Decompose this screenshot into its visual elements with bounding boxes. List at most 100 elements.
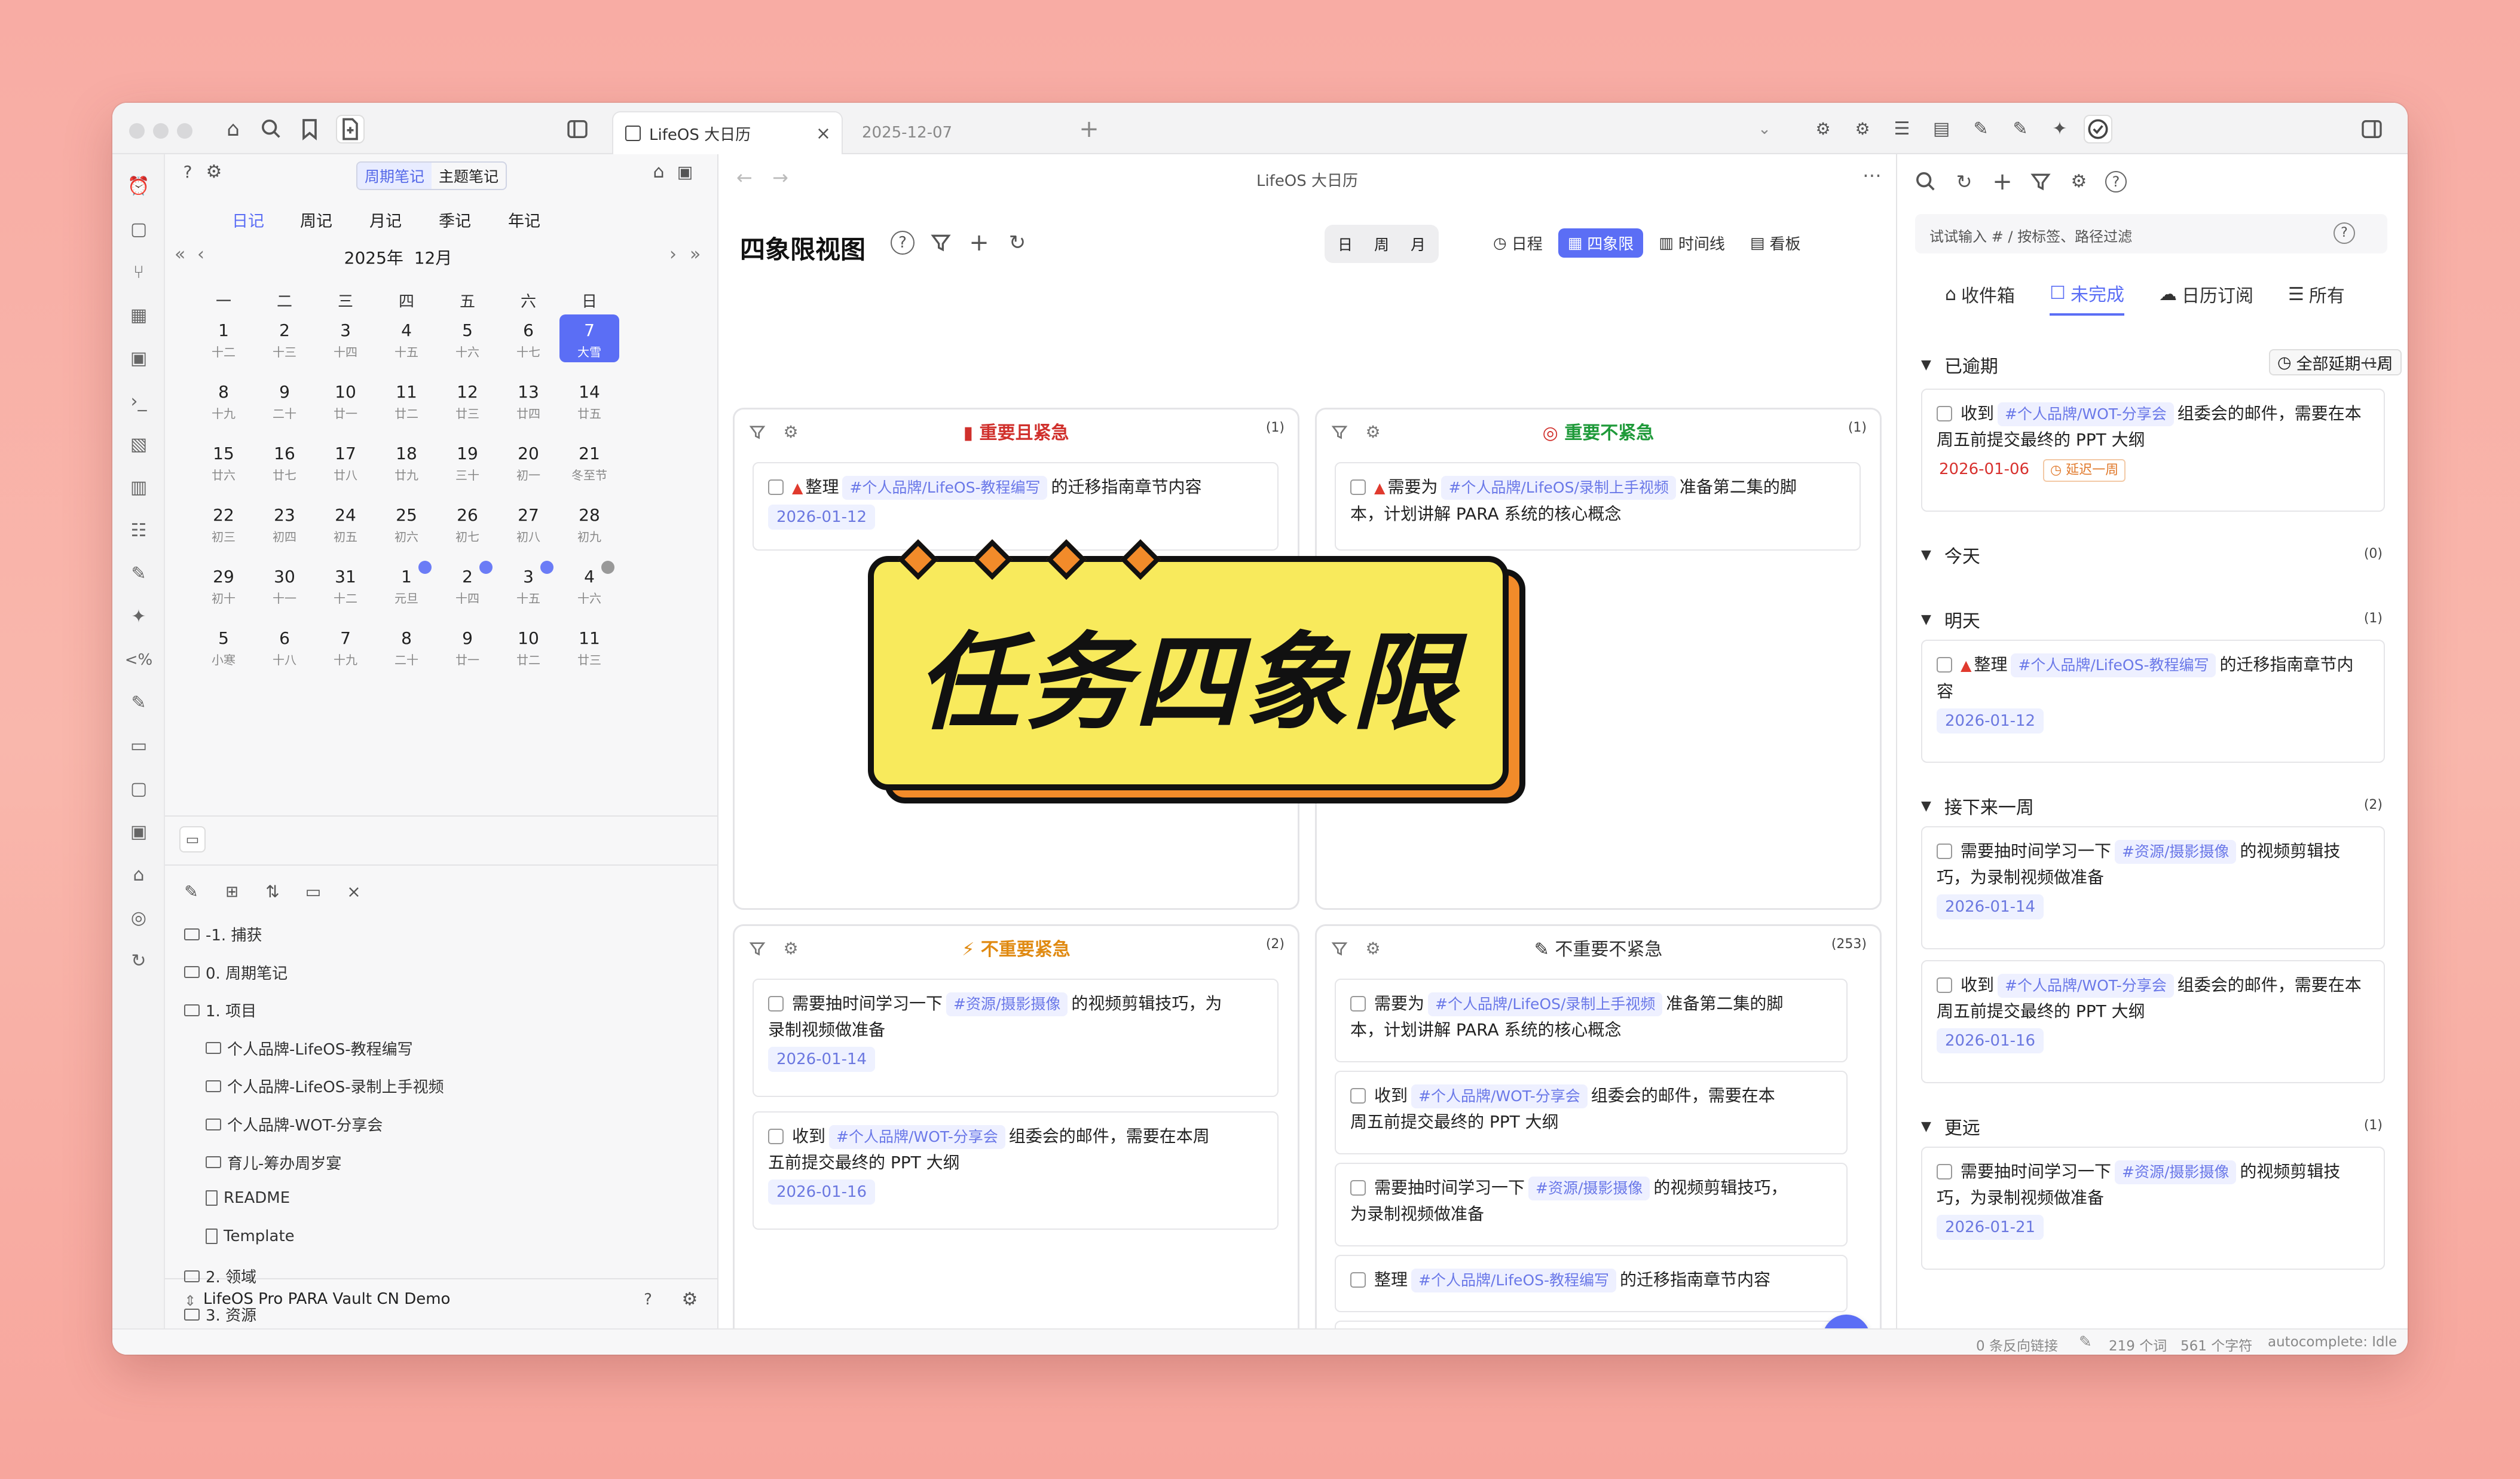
help-icon[interactable]: ? <box>2105 171 2127 192</box>
calendar-day[interactable]: 3 十五 <box>499 561 558 606</box>
task-card[interactable]: ▲ 整理 #个人品牌/LifeOS-教程编写 的迁移指南章节内容 2026-01-12 <box>1921 640 2385 763</box>
tab-incomplete[interactable]: ☐ 未完成 <box>2050 280 2124 316</box>
settings-icon[interactable]: ⚙ <box>2067 170 2091 194</box>
mode-topic[interactable]: 主题笔记 <box>432 163 506 189</box>
task-check-icon[interactable] <box>2084 115 2112 143</box>
task-checkbox[interactable] <box>1350 1180 1366 1196</box>
file-tree-folder[interactable]: 个人品牌-WOT-分享会 <box>206 1113 383 1135</box>
task-checkbox[interactable] <box>768 1129 784 1144</box>
calendar-day[interactable]: 10 廿一 <box>316 376 375 421</box>
calendar-day[interactable]: 9 廿一 <box>438 622 497 668</box>
grid-icon[interactable]: ▦ <box>127 304 151 328</box>
calendar-day[interactable]: 22 初三 <box>194 499 253 545</box>
filter-input[interactable]: 试试输入 # / 按标签、路径过滤 ? <box>1915 214 2387 253</box>
calendar-day[interactable]: 12 廿三 <box>438 376 497 421</box>
calendar-day[interactable]: 8 二十 <box>377 622 436 668</box>
file-tree-folder[interactable]: 个人品牌-LifeOS-录制上手视频 <box>206 1075 444 1097</box>
task-tag[interactable]: #资源/摄影摄像 <box>2115 840 2237 864</box>
tab-all[interactable]: ☰ 所有 <box>2288 280 2345 316</box>
tab-calendar-subscription[interactable]: ☁ 日历订阅 <box>2159 280 2253 316</box>
group-later[interactable]: ▼ 更远 <box>1921 1113 1980 1139</box>
mode-periodic[interactable]: 周期笔记 <box>357 163 432 189</box>
file-tree-folder[interactable]: 0. 周期笔记 <box>184 961 288 983</box>
alarm-icon[interactable]: ⏰ <box>127 175 151 198</box>
file-tree-folder[interactable]: 育儿-筹办周岁宴 <box>206 1151 341 1174</box>
calendar-day[interactable]: 1 十二 <box>194 314 253 360</box>
calendar-day[interactable]: 11 廿三 <box>559 622 619 668</box>
check-circle-icon[interactable]: ◎ <box>127 906 151 930</box>
home-icon[interactable]: ⌂ <box>127 863 151 887</box>
task-tag[interactable]: #个人品牌/WOT-分享会 <box>829 1125 1005 1149</box>
task-card[interactable]: 收到#个人品牌/WOT-分享会组委会的邮件，需要在本周五前提交最终的 PPT 大… <box>1921 389 2385 512</box>
note-mode-switch[interactable]: 周期笔记 主题笔记 <box>356 161 507 190</box>
sync-icon[interactable]: ↻ <box>127 949 151 973</box>
group-tomorrow[interactable]: ▼ 明天 <box>1921 606 1980 632</box>
plugin-icon-1[interactable]: ⚙ <box>1811 117 1835 141</box>
next-year-icon[interactable]: » <box>690 244 701 265</box>
wand-icon[interactable]: ✎ <box>127 562 151 586</box>
calendar-day[interactable]: 17 廿八 <box>316 438 375 483</box>
task-checkbox[interactable] <box>1350 996 1366 1012</box>
calendar-day[interactable]: 16 廿七 <box>255 438 314 483</box>
code-icon[interactable]: <% <box>125 648 153 672</box>
filter-icon[interactable] <box>929 231 953 255</box>
task-tag[interactable]: #个人品牌/LifeOS-教程编写 <box>1411 1269 1617 1292</box>
next-month-icon[interactable]: › <box>669 244 677 265</box>
task-checkbox[interactable] <box>1350 1088 1366 1104</box>
calendar-day[interactable]: 19 三十 <box>438 438 497 483</box>
task-card[interactable]: ▲ 需要为 #个人品牌/LifeOS/录制上手视频 准备第二集的脚 本，计划讲解 PAR… <box>1335 462 1861 551</box>
terminal-icon[interactable]: ›_ <box>127 390 151 414</box>
calendar-day[interactable]: 28 初九 <box>559 499 619 545</box>
task-card[interactable]: 需要为#个人品牌/LifeOS/录制上手视频准备第二集的脚本，计划讲解 PARA… <box>1335 979 1848 1062</box>
task-date[interactable]: 2026-01-06 <box>1937 457 2032 482</box>
period-yearly[interactable]: 年记 <box>508 208 540 231</box>
plugin-icon-2[interactable]: ⚙ <box>1851 117 1874 141</box>
close-tab-icon[interactable]: × <box>816 123 831 144</box>
search-icon[interactable] <box>259 117 283 141</box>
calendar-day[interactable]: 26 初七 <box>438 499 497 545</box>
task-card[interactable]: 需要抽时间学习一下#资源/摄影摄像的视频剪辑技巧，为录制视频做准备 2026-0… <box>1921 826 2385 949</box>
file-tree-folder[interactable]: 3. 资源 <box>184 1303 256 1325</box>
period-quarterly[interactable]: 季记 <box>439 208 471 231</box>
new-folder-icon[interactable]: ⊞ <box>221 881 243 903</box>
calendar-check-icon[interactable]: ▣ <box>127 820 151 844</box>
help-icon[interactable]: ? <box>2334 222 2355 244</box>
calendar-day[interactable]: 15 廿六 <box>194 438 253 483</box>
calendar-day[interactable]: 5 小寒 <box>194 622 253 668</box>
calendar-day[interactable]: 11 廿二 <box>377 376 436 421</box>
task-tag[interactable]: #资源/摄影摄像 <box>2115 1160 2237 1184</box>
add-icon[interactable]: + <box>967 231 991 255</box>
settings-icon[interactable]: ⚙ <box>679 1289 701 1310</box>
sidebar-toggle-left-icon[interactable] <box>565 117 589 141</box>
settings-icon[interactable]: ⚙ <box>203 161 225 183</box>
collapse-view-icon[interactable]: ▭ <box>302 881 324 903</box>
calendar-day[interactable]: 1 元旦 <box>377 561 436 606</box>
calendar-day[interactable]: 5 十六 <box>438 314 497 360</box>
wand-icon[interactable]: ✎ <box>1969 117 1993 141</box>
calendar-day[interactable]: 25 初六 <box>377 499 436 545</box>
range-month[interactable]: 月 <box>1403 231 1433 257</box>
calendar-day[interactable]: 21 冬至节 <box>559 438 619 483</box>
search-icon[interactable] <box>1914 170 1938 194</box>
task-tag[interactable]: #个人品牌/WOT-分享会 <box>1998 974 2174 998</box>
task-date[interactable]: 2026-01-14 <box>1937 894 2044 919</box>
calendar-day[interactable]: 29 初十 <box>194 561 253 606</box>
range-day[interactable]: 日 <box>1331 231 1360 257</box>
calendar-icon[interactable]: ▣ <box>674 161 696 183</box>
task-checkbox[interactable] <box>1350 1272 1366 1288</box>
image-icon[interactable]: ▧ <box>127 433 151 457</box>
calendar-day[interactable]: 9 二十 <box>255 376 314 421</box>
refresh-icon[interactable]: ↻ <box>1952 170 1976 194</box>
layout-icon[interactable]: ▥ <box>127 476 151 500</box>
tab-inbox[interactable]: ⌂ 收件箱 <box>1945 280 2015 316</box>
task-tag[interactable]: #个人品牌/WOT-分享会 <box>1411 1084 1588 1108</box>
new-tab-icon[interactable]: + <box>1077 117 1101 141</box>
archive-icon[interactable]: ▤ <box>1929 117 1953 141</box>
minimize-traffic-light[interactable] <box>153 123 169 139</box>
list-icon[interactable]: ☰ <box>1890 117 1914 141</box>
backlinks-count[interactable]: 0 条反向链接 <box>1976 1334 2058 1355</box>
task-date[interactable]: 2026-01-21 <box>1937 1215 2044 1240</box>
help-icon[interactable]: ? <box>177 161 198 183</box>
tag-icon[interactable]: ⌂ <box>221 117 245 141</box>
home-icon[interactable]: ⌂ <box>648 161 669 183</box>
